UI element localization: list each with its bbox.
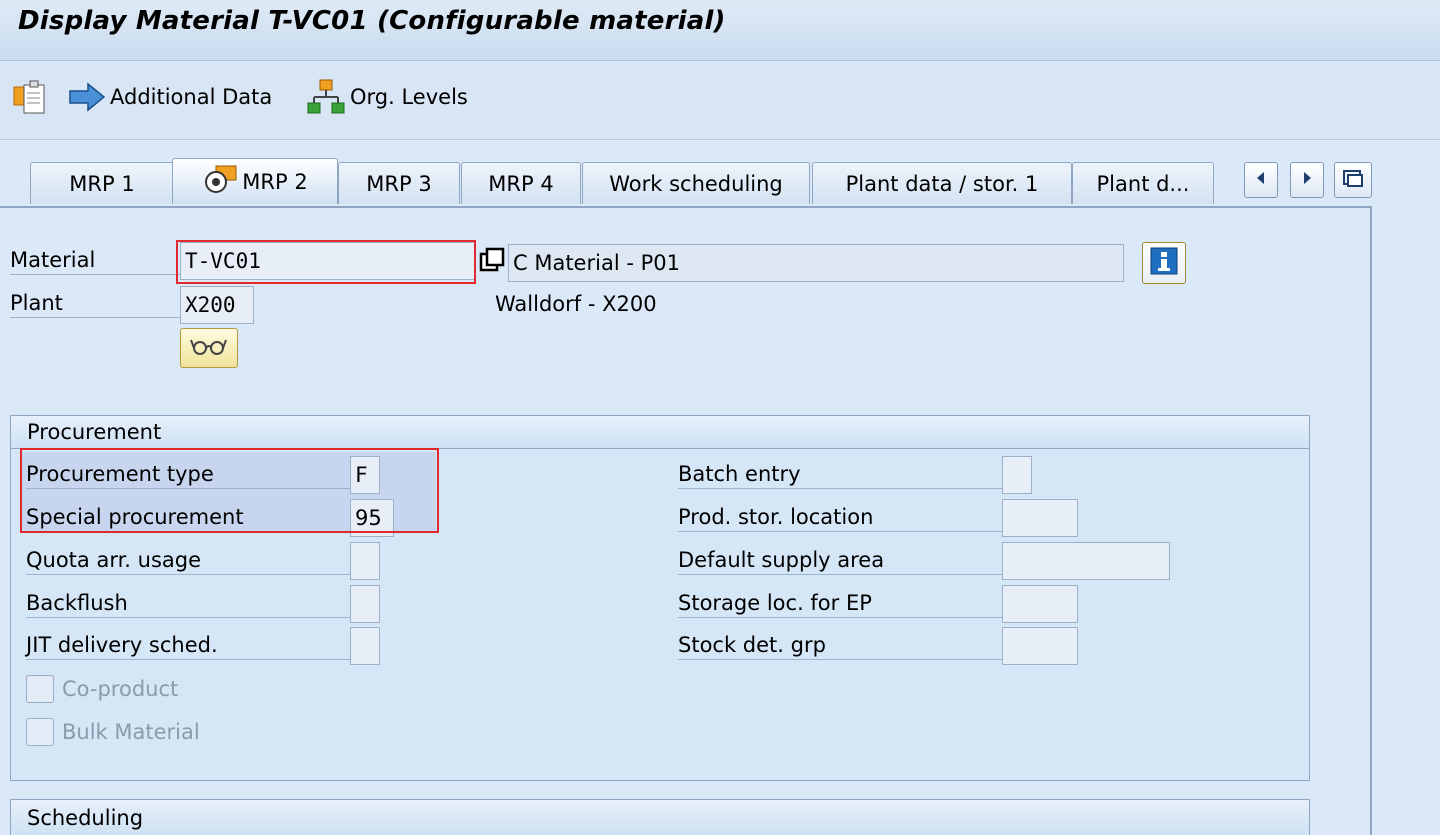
additional-data-label: Additional Data	[110, 85, 273, 109]
arrow-right-icon	[68, 82, 106, 112]
storage-loc-for-ep-label: Storage loc. for EP	[678, 591, 1002, 618]
procurement-title: Procurement	[27, 420, 162, 444]
procurement-red-highlight	[20, 448, 439, 533]
quota-arr-usage-field[interactable]	[350, 542, 380, 580]
stock-det-grp-label: Stock det. grp	[678, 633, 1002, 660]
tab-label: Plant data / stor. 1	[845, 171, 1039, 196]
triangle-left-icon	[1254, 170, 1268, 190]
quota-arr-usage-label: Quota arr. usage	[26, 548, 350, 575]
org-levels-label: Org. Levels	[350, 85, 468, 109]
backflush-label: Backflush	[26, 591, 350, 618]
tab-mrp-2[interactable]: MRP 2	[172, 158, 338, 204]
org-levels-button[interactable]: Org. Levels	[306, 79, 468, 115]
org-structure-icon	[306, 78, 346, 116]
tab-strip: MRP 1 MRP 2 MRP 3 MRP 4 Work scheduling …	[0, 140, 1440, 208]
tab-list-button[interactable]	[1334, 162, 1372, 198]
application-toolbar: Additional Data Org. Levels	[0, 61, 1440, 140]
tab-label: Work scheduling	[609, 171, 783, 196]
tab-label: MRP 1	[69, 171, 135, 196]
co-product-label: Co-product	[62, 677, 179, 701]
other-view-button[interactable]	[12, 79, 50, 115]
settings-icon	[202, 164, 238, 199]
tab-plant-data-more[interactable]: Plant d...	[1072, 162, 1214, 204]
material-description-field: C Material - P01	[508, 244, 1124, 282]
tab-list-icon	[1342, 168, 1364, 192]
glasses-icon	[189, 334, 229, 362]
material-highlight-box	[176, 240, 476, 284]
prod-stor-location-field[interactable]	[1002, 499, 1078, 537]
scheduling-group-header: Scheduling	[10, 799, 1310, 835]
tab-label: MRP 4	[488, 171, 554, 196]
storage-loc-for-ep-field[interactable]	[1002, 585, 1078, 623]
prod-stor-location-label: Prod. stor. location	[678, 505, 1002, 532]
info-icon	[1150, 247, 1178, 279]
tab-scroll-right-button[interactable]	[1290, 162, 1324, 198]
batch-entry-field[interactable]	[1002, 456, 1032, 494]
stock-det-grp-field[interactable]	[1002, 627, 1078, 665]
tab-label: Plant d...	[1096, 171, 1190, 196]
default-supply-area-field[interactable]	[1002, 542, 1170, 580]
window-title: Display Material T-VC01 (Configurable ma…	[18, 6, 726, 36]
triangle-right-icon	[1300, 170, 1314, 190]
tab-work-scheduling[interactable]: Work scheduling	[582, 162, 810, 204]
tab-label: MRP 3	[366, 171, 432, 196]
info-button[interactable]	[1142, 242, 1186, 284]
glasses-button[interactable]	[180, 328, 238, 368]
plant-description: Walldorf - X200	[495, 292, 657, 316]
jit-delivery-sched-field[interactable]	[350, 627, 380, 665]
scheduling-title: Scheduling	[27, 805, 144, 830]
bulk-material-label: Bulk Material	[62, 720, 200, 744]
procurement-group-header: Procurement	[10, 415, 1310, 449]
jit-delivery-sched-label: JIT delivery sched.	[26, 633, 350, 660]
backflush-field[interactable]	[350, 585, 380, 623]
copy-window-icon	[478, 247, 508, 280]
tab-scroll-left-button[interactable]	[1244, 162, 1278, 198]
title-bar: Display Material T-VC01 (Configurable ma…	[0, 0, 1440, 61]
co-product-checkbox[interactable]	[26, 675, 54, 703]
plant-field[interactable]: X200	[180, 286, 254, 324]
material-label: Material	[10, 248, 180, 275]
tab-mrp-3[interactable]: MRP 3	[338, 162, 460, 204]
default-supply-area-label: Default supply area	[678, 548, 1002, 575]
tab-label: MRP 2	[242, 169, 308, 194]
clipboard-icon	[12, 77, 50, 117]
tab-plant-data-stor-1[interactable]: Plant data / stor. 1	[812, 162, 1072, 204]
plant-label: Plant	[10, 291, 180, 318]
tab-mrp-4[interactable]: MRP 4	[461, 162, 581, 204]
tab-mrp-1[interactable]: MRP 1	[30, 162, 174, 204]
long-text-button[interactable]	[478, 246, 508, 276]
bulk-material-checkbox[interactable]	[26, 718, 54, 746]
batch-entry-label: Batch entry	[678, 462, 1002, 489]
additional-data-button[interactable]: Additional Data	[68, 79, 272, 115]
